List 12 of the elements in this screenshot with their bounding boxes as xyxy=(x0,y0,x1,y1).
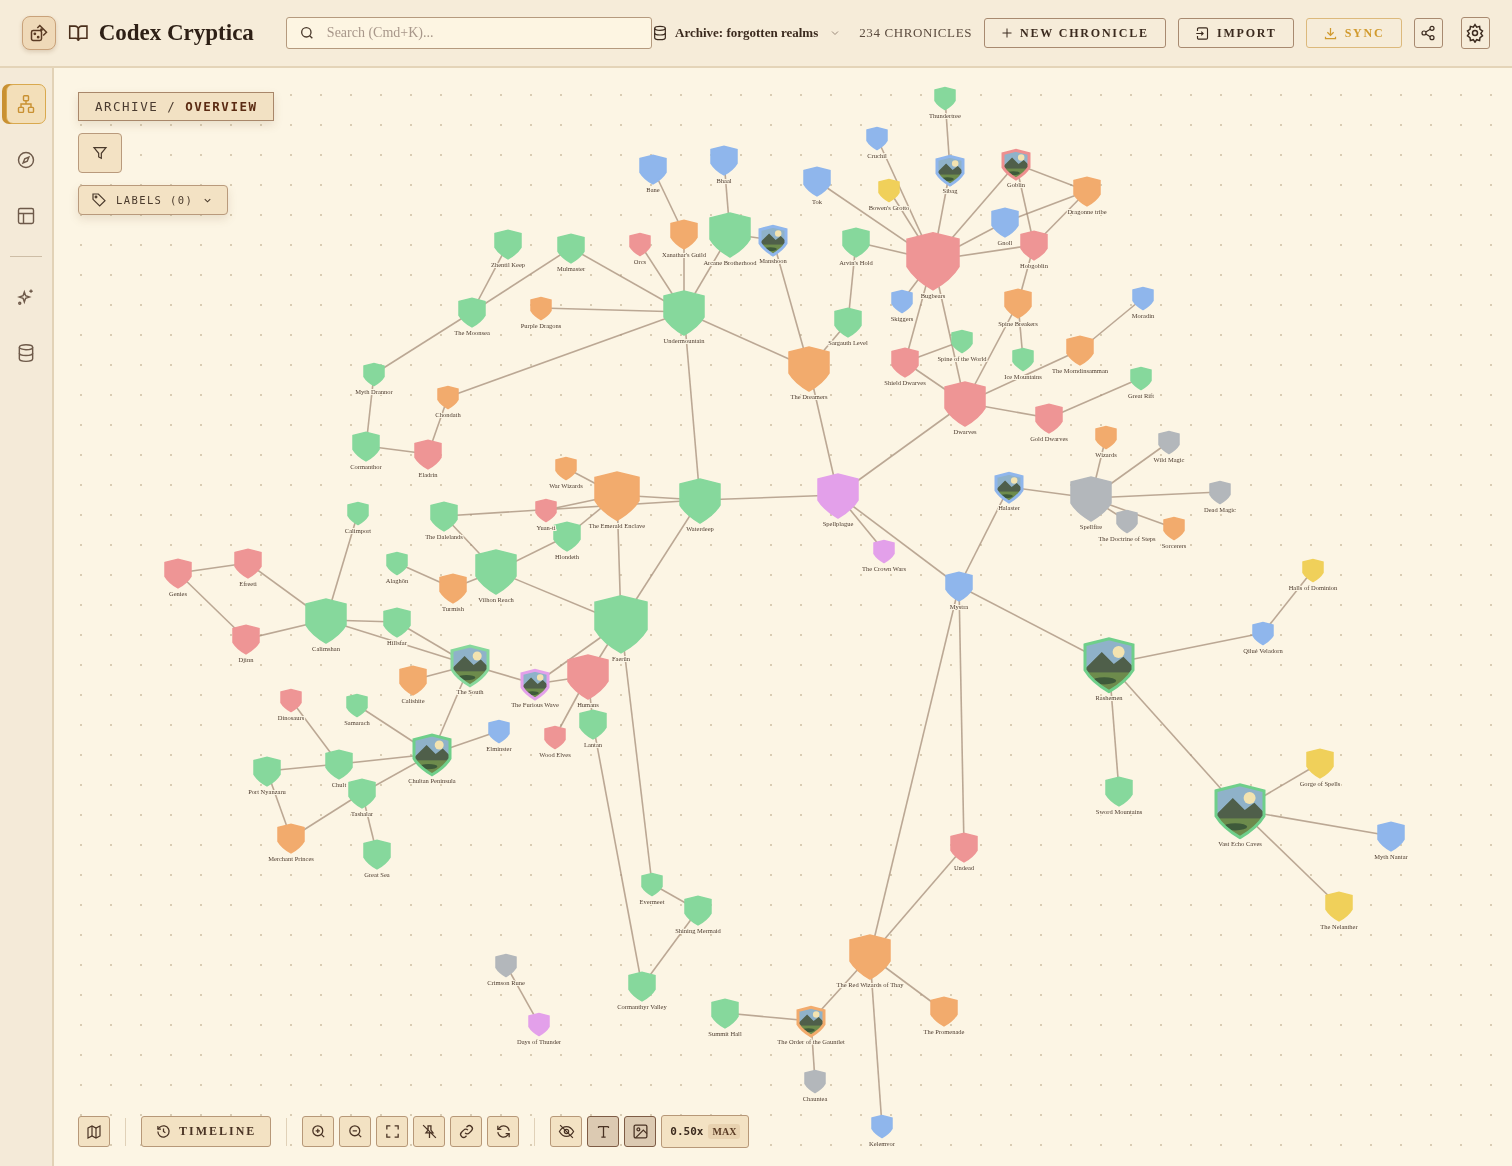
max-badge: MAX xyxy=(708,1124,741,1139)
new-chronicle-button[interactable]: NEW CHRONICLE xyxy=(984,18,1166,48)
app-title: Codex Cryptica xyxy=(98,20,254,46)
zoom-value: 0.50x xyxy=(670,1125,704,1138)
labels-dropdown[interactable]: LABELS (0) xyxy=(78,185,229,215)
breadcrumb: ARCHIVE / OVERVIEW xyxy=(78,92,275,121)
search-field[interactable]: Search (Cmd+K)... xyxy=(285,17,653,49)
timeline-button[interactable]: TIMELINE xyxy=(141,1116,272,1147)
import-button[interactable]: IMPORT xyxy=(1177,18,1294,48)
search-input[interactable]: Search (Cmd+K)... xyxy=(324,24,640,42)
archive-selector[interactable]: Archive: forgotten realms xyxy=(652,25,842,41)
chronicle-count: 234 CHRONICLES xyxy=(859,25,973,41)
